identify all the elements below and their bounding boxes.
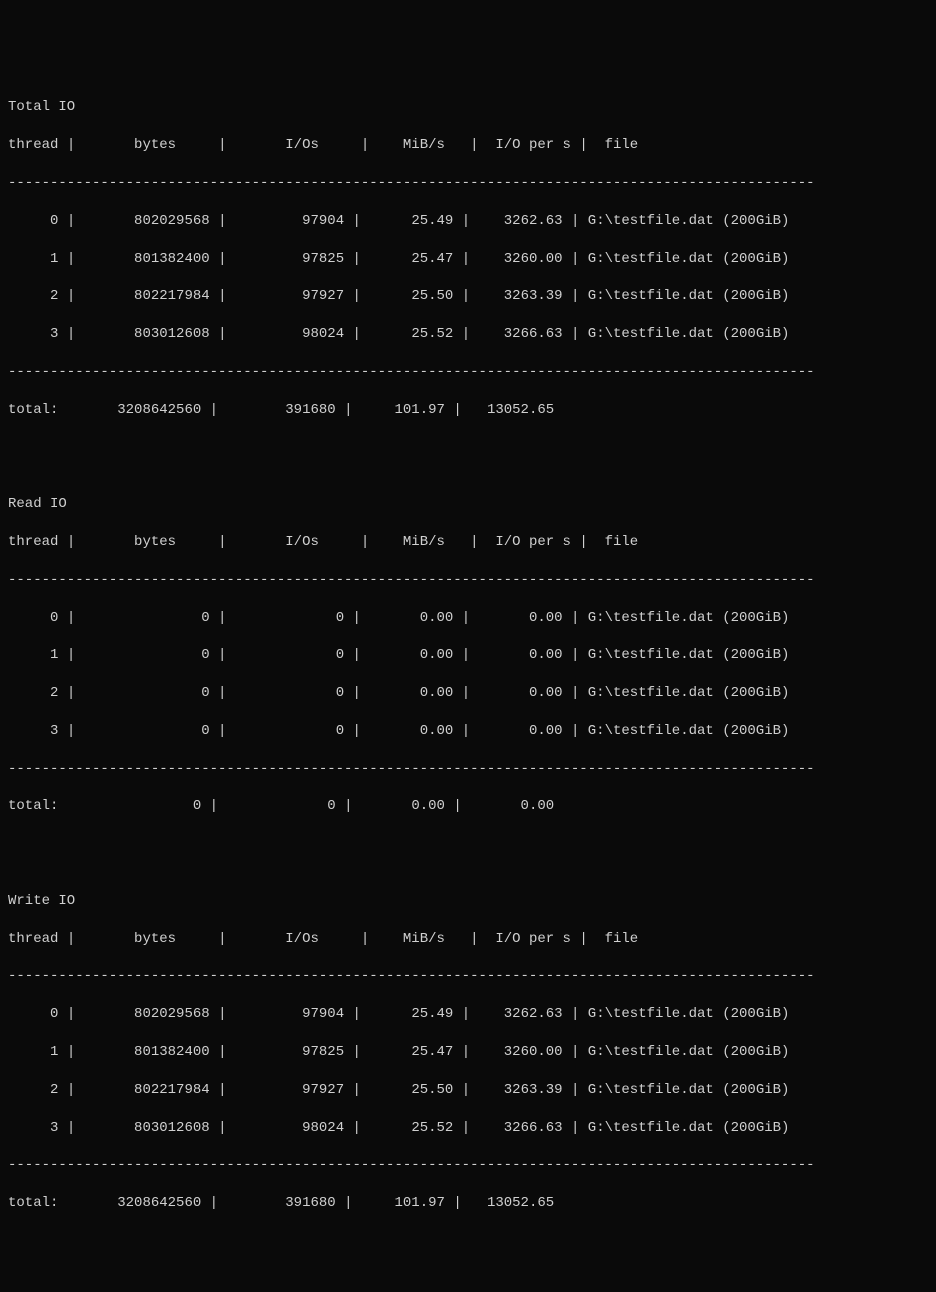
divider: ----------------------------------------… [8, 1156, 928, 1175]
table-row: 3 | 0 | 0 | 0.00 | 0.00 | G:\testfile.da… [8, 722, 928, 741]
table-row: 3 | 803012608 | 98024 | 25.52 | 3266.63 … [8, 325, 928, 344]
divider: ----------------------------------------… [8, 760, 928, 779]
table-header: thread | bytes | I/Os | MiB/s | I/O per … [8, 136, 928, 155]
total-row: total: 0 | 0 | 0.00 | 0.00 [8, 797, 928, 816]
total-row: total: 3208642560 | 391680 | 101.97 | 13… [8, 401, 928, 420]
table-row: 2 | 0 | 0 | 0.00 | 0.00 | G:\testfile.da… [8, 684, 928, 703]
table-header: thread | bytes | I/Os | MiB/s | I/O per … [8, 533, 928, 552]
table-row: 0 | 802029568 | 97904 | 25.49 | 3262.63 … [8, 212, 928, 231]
table-row: 1 | 801382400 | 97825 | 25.47 | 3260.00 … [8, 1043, 928, 1062]
table-row: 0 | 802029568 | 97904 | 25.49 | 3262.63 … [8, 1005, 928, 1024]
table-row: 0 | 0 | 0 | 0.00 | 0.00 | G:\testfile.da… [8, 609, 928, 628]
divider: ----------------------------------------… [8, 967, 928, 986]
table-row: 2 | 802217984 | 97927 | 25.50 | 3263.39 … [8, 1081, 928, 1100]
section-title: Total IO [8, 98, 928, 117]
divider: ----------------------------------------… [8, 174, 928, 193]
table-row: 1 | 0 | 0 | 0.00 | 0.00 | G:\testfile.da… [8, 646, 928, 665]
table-row: 1 | 801382400 | 97825 | 25.47 | 3260.00 … [8, 250, 928, 269]
table-row: 3 | 803012608 | 98024 | 25.52 | 3266.63 … [8, 1119, 928, 1138]
divider: ----------------------------------------… [8, 363, 928, 382]
blank-line [8, 835, 928, 854]
section-title: Write IO [8, 892, 928, 911]
blank-line [8, 438, 928, 457]
table-header: thread | bytes | I/Os | MiB/s | I/O per … [8, 930, 928, 949]
divider: ----------------------------------------… [8, 571, 928, 590]
section-title: Read IO [8, 495, 928, 514]
total-row: total: 3208642560 | 391680 | 101.97 | 13… [8, 1194, 928, 1213]
table-row: 2 | 802217984 | 97927 | 25.50 | 3263.39 … [8, 287, 928, 306]
